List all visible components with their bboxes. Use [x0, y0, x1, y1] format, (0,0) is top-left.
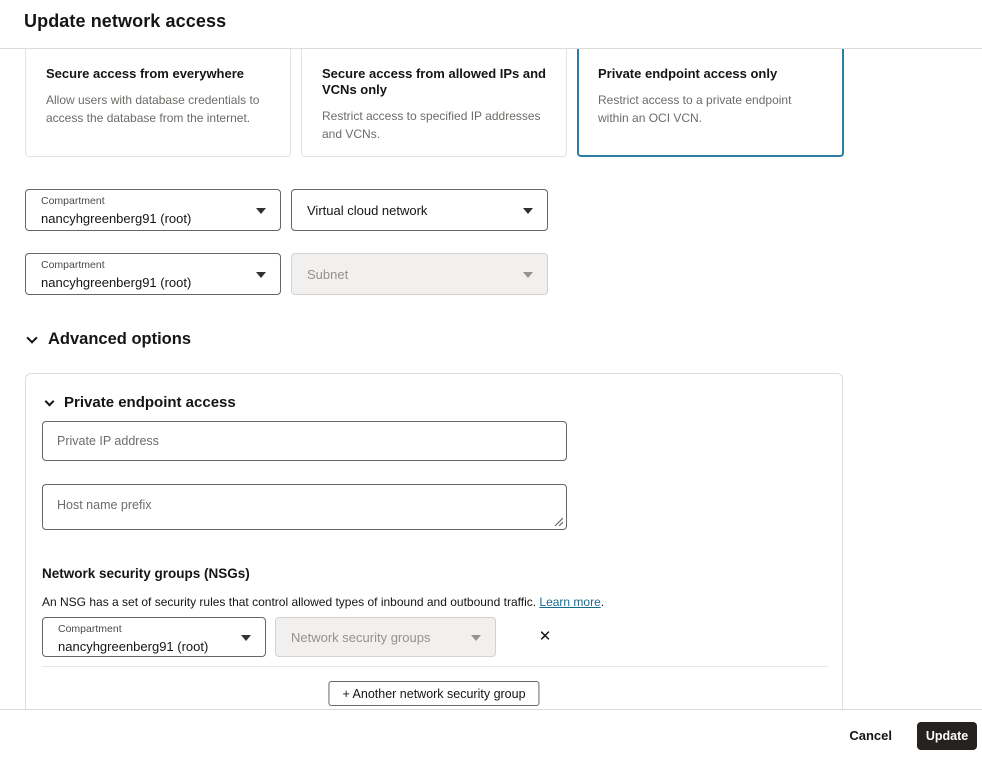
- vcn-compartment-select[interactable]: Compartment nancyhgreenberg91 (root): [25, 189, 281, 231]
- advanced-options-toggle[interactable]: Advanced options: [26, 330, 192, 349]
- chevron-down-icon: [256, 272, 266, 278]
- card-title: Secure access from allowed IPs and VCNs …: [322, 66, 546, 97]
- compartment-label: Compartment: [41, 259, 105, 271]
- chevron-down-icon: [44, 396, 55, 406]
- dialog-footer: Cancel Update: [0, 709, 982, 761]
- chevron-down-icon: [256, 208, 266, 214]
- period-text: .: [600, 595, 605, 609]
- advanced-options-panel: Private endpoint access Network security…: [25, 373, 843, 710]
- cancel-button[interactable]: Cancel: [849, 728, 892, 743]
- private-ip-address-input[interactable]: [42, 421, 567, 461]
- nsg-compartment-select[interactable]: Compartment nancyhgreenberg91 (root): [42, 617, 266, 657]
- vcn-select-row: Compartment nancyhgreenberg91 (root) Vir…: [25, 189, 548, 231]
- update-button[interactable]: Update: [917, 721, 977, 750]
- host-name-prefix-field: [42, 484, 567, 530]
- add-another-nsg-button[interactable]: + Another network security group: [328, 681, 540, 706]
- select-placeholder: Virtual cloud network: [307, 202, 428, 218]
- private-endpoint-access-toggle[interactable]: Private endpoint access: [44, 394, 236, 411]
- nsg-selection-row: Compartment nancyhgreenberg91 (root) Net…: [42, 617, 554, 657]
- chevron-down-icon: [26, 331, 38, 344]
- learn-more-link[interactable]: Learn more: [539, 595, 600, 609]
- chevron-down-icon: [523, 272, 533, 278]
- update-network-access-dialog: Update network access Secure access from…: [0, 0, 982, 761]
- network-security-groups-select: Network security groups: [275, 617, 496, 657]
- remove-nsg-button[interactable]: ✕: [536, 628, 554, 646]
- nsg-section-heading: Network security groups (NSGs): [42, 566, 250, 581]
- card-secure-access-allowed-ips[interactable]: Secure access from allowed IPs and VCNs …: [301, 49, 567, 157]
- access-type-card-group: Secure access from everywhere Allow user…: [25, 49, 844, 157]
- compartment-value: nancyhgreenberg91 (root): [58, 639, 209, 654]
- close-icon: ✕: [538, 628, 552, 645]
- nsg-row-divider: [42, 666, 828, 667]
- card-private-endpoint-only[interactable]: Private endpoint access only Restrict ac…: [577, 49, 844, 157]
- subnet-select: Subnet: [291, 253, 548, 295]
- compartment-value: nancyhgreenberg91 (root): [41, 275, 192, 290]
- select-placeholder: Subnet: [307, 266, 349, 282]
- advanced-options-title: Advanced options: [48, 330, 192, 348]
- card-description: Restrict access to specified IP addresse…: [322, 109, 541, 141]
- chevron-down-icon: [241, 635, 251, 641]
- card-secure-access-everywhere[interactable]: Secure access from everywhere Allow user…: [25, 49, 291, 157]
- nsg-section-description: An NSG has a set of security rules that …: [42, 594, 604, 610]
- compartment-label: Compartment: [41, 195, 105, 207]
- page-title: Update network access: [24, 11, 227, 31]
- card-title: Secure access from everywhere: [46, 66, 245, 81]
- card-title: Private endpoint access only: [598, 66, 778, 81]
- private-endpoint-access-title: Private endpoint access: [64, 394, 236, 411]
- card-description: Allow users with database credentials to…: [46, 93, 260, 125]
- chevron-down-icon: [471, 635, 481, 641]
- subnet-compartment-select[interactable]: Compartment nancyhgreenberg91 (root): [25, 253, 281, 295]
- nsg-description-text: An NSG has a set of security rules that …: [42, 595, 540, 609]
- compartment-label: Compartment: [58, 623, 122, 635]
- host-name-prefix-textarea[interactable]: [42, 484, 567, 530]
- compartment-value: nancyhgreenberg91 (root): [41, 211, 192, 226]
- card-description: Restrict access to a private endpoint wi…: [598, 93, 792, 125]
- virtual-cloud-network-select[interactable]: Virtual cloud network: [291, 189, 548, 231]
- chevron-down-icon: [523, 208, 533, 214]
- select-placeholder: Network security groups: [291, 629, 431, 645]
- dialog-header: Update network access: [0, 0, 982, 49]
- subnet-select-row: Compartment nancyhgreenberg91 (root) Sub…: [25, 253, 548, 295]
